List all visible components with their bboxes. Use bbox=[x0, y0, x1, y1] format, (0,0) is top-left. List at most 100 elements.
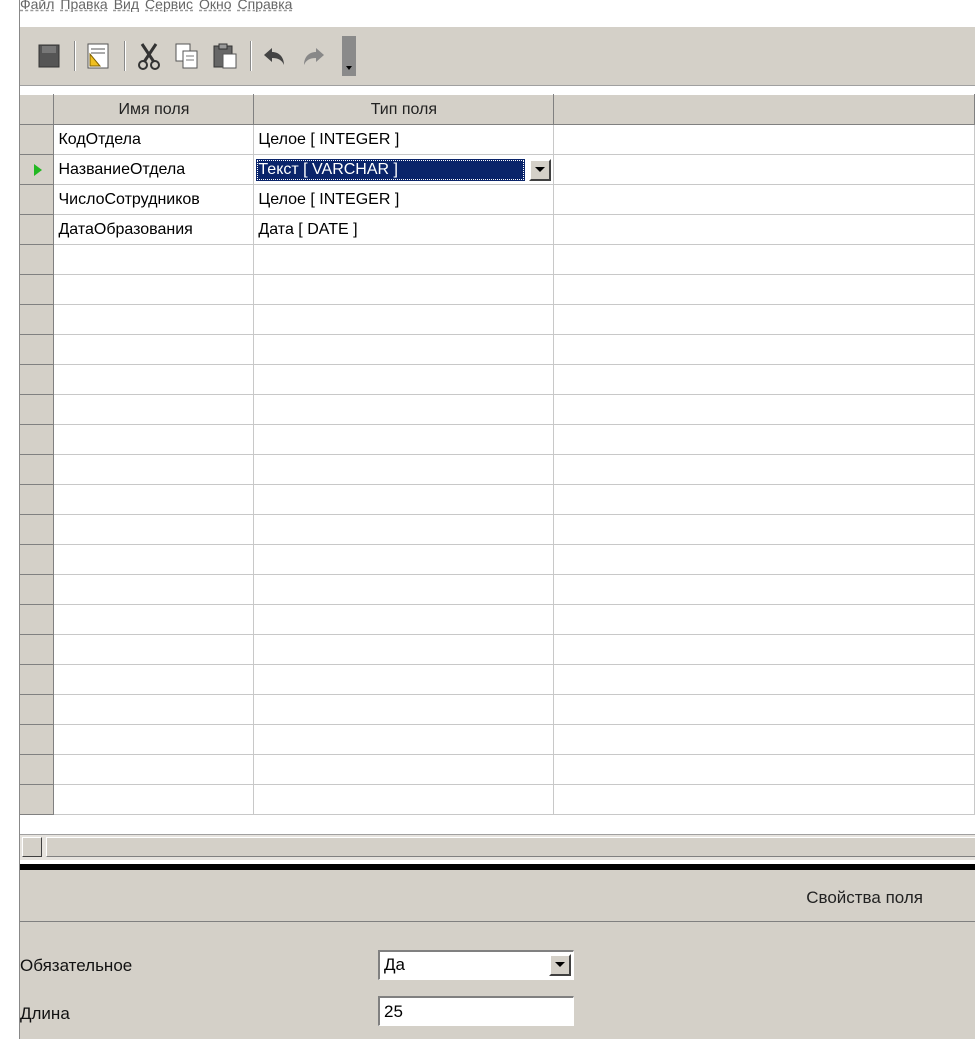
row-header[interactable] bbox=[20, 784, 55, 815]
empty-cell[interactable] bbox=[253, 664, 555, 695]
redo-button[interactable] bbox=[298, 39, 328, 73]
row-header[interactable] bbox=[20, 304, 55, 335]
field-name-cell[interactable]: НазваниеОтдела bbox=[53, 154, 255, 185]
row-header[interactable] bbox=[20, 514, 55, 545]
empty-cell[interactable] bbox=[53, 694, 255, 725]
empty-cell[interactable] bbox=[553, 604, 975, 635]
row-header[interactable] bbox=[20, 544, 55, 575]
paste-button[interactable] bbox=[210, 39, 240, 73]
empty-cell[interactable] bbox=[53, 634, 255, 665]
empty-cell[interactable] bbox=[253, 604, 555, 635]
length-input[interactable] bbox=[378, 996, 574, 1026]
empty-cell[interactable] bbox=[553, 754, 975, 785]
empty-cell[interactable] bbox=[553, 634, 975, 665]
empty-cell[interactable] bbox=[253, 394, 555, 425]
empty-row[interactable] bbox=[20, 394, 975, 425]
empty-cell[interactable] bbox=[53, 664, 255, 695]
description-cell[interactable] bbox=[553, 124, 975, 155]
undo-button[interactable] bbox=[260, 39, 290, 73]
row-header[interactable] bbox=[20, 274, 55, 305]
empty-cell[interactable] bbox=[553, 394, 975, 425]
menu-tools[interactable]: Сервис bbox=[145, 0, 193, 12]
empty-cell[interactable] bbox=[553, 784, 975, 815]
row-header[interactable] bbox=[20, 694, 55, 725]
empty-cell[interactable] bbox=[53, 724, 255, 755]
empty-cell[interactable] bbox=[253, 754, 555, 785]
empty-row[interactable] bbox=[20, 484, 975, 515]
empty-cell[interactable] bbox=[253, 724, 555, 755]
empty-row[interactable] bbox=[20, 364, 975, 395]
empty-cell[interactable] bbox=[553, 484, 975, 515]
menu-view[interactable]: Вид bbox=[114, 0, 139, 12]
row-header[interactable] bbox=[20, 424, 55, 455]
cut-button[interactable] bbox=[134, 39, 164, 73]
description-cell[interactable] bbox=[553, 154, 975, 185]
required-select[interactable]: Да bbox=[378, 950, 574, 980]
empty-cell[interactable] bbox=[253, 334, 555, 365]
description-cell[interactable] bbox=[553, 184, 975, 215]
empty-row[interactable] bbox=[20, 724, 975, 755]
table-row[interactable]: КодОтдела Целое [ INTEGER ] bbox=[20, 124, 975, 155]
empty-cell[interactable] bbox=[553, 724, 975, 755]
column-header-field-name[interactable]: Имя поля bbox=[53, 94, 255, 125]
empty-cell[interactable] bbox=[253, 244, 555, 275]
table-row[interactable]: ЧислоСотрудников Целое [ INTEGER ] bbox=[20, 184, 975, 215]
row-header[interactable] bbox=[20, 454, 55, 485]
menu-edit[interactable]: Правка bbox=[60, 0, 107, 12]
chevron-down-icon[interactable] bbox=[529, 158, 552, 181]
empty-row[interactable] bbox=[20, 244, 975, 275]
row-header[interactable] bbox=[20, 184, 55, 215]
empty-cell[interactable] bbox=[253, 634, 555, 665]
empty-cell[interactable] bbox=[253, 694, 555, 725]
menu-file[interactable]: Файл bbox=[20, 0, 54, 12]
empty-cell[interactable] bbox=[553, 424, 975, 455]
row-header[interactable] bbox=[20, 754, 55, 785]
copy-button[interactable] bbox=[172, 39, 202, 73]
empty-cell[interactable] bbox=[553, 304, 975, 335]
empty-row[interactable] bbox=[20, 694, 975, 725]
edit-button[interactable] bbox=[84, 39, 114, 73]
row-header[interactable] bbox=[20, 214, 55, 245]
empty-cell[interactable] bbox=[553, 664, 975, 695]
row-header[interactable] bbox=[20, 244, 55, 275]
menu-help[interactable]: Справка bbox=[238, 0, 293, 12]
empty-row[interactable] bbox=[20, 514, 975, 545]
empty-row[interactable] bbox=[20, 634, 975, 665]
description-cell[interactable] bbox=[553, 214, 975, 245]
empty-cell[interactable] bbox=[53, 274, 255, 305]
empty-cell[interactable] bbox=[53, 484, 255, 515]
field-type-cell[interactable]: Дата [ DATE ] bbox=[253, 214, 555, 245]
empty-cell[interactable] bbox=[53, 364, 255, 395]
empty-cell[interactable] bbox=[53, 784, 255, 815]
empty-cell[interactable] bbox=[53, 754, 255, 785]
empty-cell[interactable] bbox=[53, 304, 255, 335]
empty-cell[interactable] bbox=[253, 274, 555, 305]
empty-cell[interactable] bbox=[253, 544, 555, 575]
empty-row[interactable] bbox=[20, 544, 975, 575]
field-type-value[interactable]: Текст [ VARCHAR ] bbox=[256, 158, 526, 181]
empty-row[interactable] bbox=[20, 334, 975, 365]
empty-cell[interactable] bbox=[553, 364, 975, 395]
field-name-cell[interactable]: КодОтдела bbox=[53, 124, 255, 155]
empty-cell[interactable] bbox=[253, 514, 555, 545]
menu-window[interactable]: Окно bbox=[199, 0, 232, 12]
toolbar-overflow-button[interactable] bbox=[342, 36, 356, 76]
empty-cell[interactable] bbox=[253, 574, 555, 605]
empty-cell[interactable] bbox=[53, 514, 255, 545]
empty-row[interactable] bbox=[20, 784, 975, 815]
horizontal-scrollbar[interactable] bbox=[20, 834, 975, 860]
table-row-selected[interactable]: НазваниеОтдела Текст [ VARCHAR ] bbox=[20, 154, 975, 185]
empty-cell[interactable] bbox=[53, 544, 255, 575]
table-row[interactable]: ДатаОбразования Дата [ DATE ] bbox=[20, 214, 975, 245]
empty-cell[interactable] bbox=[553, 454, 975, 485]
row-header[interactable] bbox=[20, 664, 55, 695]
row-header[interactable] bbox=[20, 484, 55, 515]
empty-cell[interactable] bbox=[553, 274, 975, 305]
column-header-field-type[interactable]: Тип поля bbox=[253, 94, 555, 125]
empty-cell[interactable] bbox=[553, 544, 975, 575]
field-type-cell[interactable]: Целое [ INTEGER ] bbox=[253, 124, 555, 155]
empty-cell[interactable] bbox=[53, 424, 255, 455]
field-name-cell[interactable]: ЧислоСотрудников bbox=[53, 184, 255, 215]
empty-cell[interactable] bbox=[253, 304, 555, 335]
scrollbar-track[interactable] bbox=[46, 837, 975, 857]
